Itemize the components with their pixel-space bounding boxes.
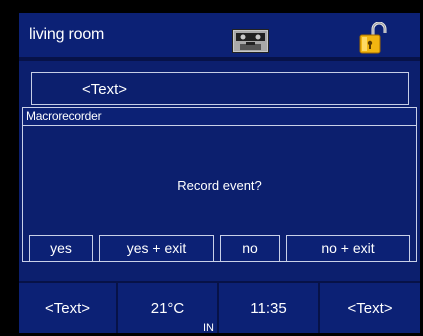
no-exit-button[interactable]: no + exit (286, 235, 410, 262)
status-footer: <Text> 21°C IN 11:35 <Text> (19, 281, 420, 333)
footer-text-left[interactable]: <Text> (19, 283, 118, 333)
dialog-title: Macrorecorder (26, 109, 102, 123)
dialog-message: Record event? (177, 178, 262, 193)
dialog-title-bar: Macrorecorder (23, 108, 416, 126)
text-field[interactable]: <Text> (31, 72, 409, 105)
no-button[interactable]: no (220, 235, 280, 262)
header-bar: living room (19, 13, 420, 57)
clock-cell[interactable]: 11:35 (219, 283, 320, 333)
footer-text-right-label: <Text> (347, 300, 393, 317)
footer-text-right[interactable]: <Text> (320, 283, 420, 333)
yes-button[interactable]: yes (29, 235, 93, 262)
touch-panel-screen: living room <Text> Macrorecorder Record … (19, 13, 420, 333)
unlock-icon[interactable] (359, 22, 387, 54)
temperature-value: 21°C (150, 300, 185, 317)
temperature-cell[interactable]: 21°C IN (118, 283, 219, 333)
macrorecorder-dialog: Macrorecorder Record event? yes yes + ex… (22, 107, 417, 262)
room-title: living room (29, 26, 105, 43)
clock-time: 11:35 (250, 300, 287, 317)
cassette-icon[interactable] (232, 29, 269, 53)
temperature-indoor-label: IN (203, 322, 214, 333)
header-divider (19, 57, 420, 61)
text-field-value: <Text> (82, 81, 128, 98)
footer-text-left-label: <Text> (44, 300, 91, 317)
yes-exit-button[interactable]: yes + exit (99, 235, 214, 262)
